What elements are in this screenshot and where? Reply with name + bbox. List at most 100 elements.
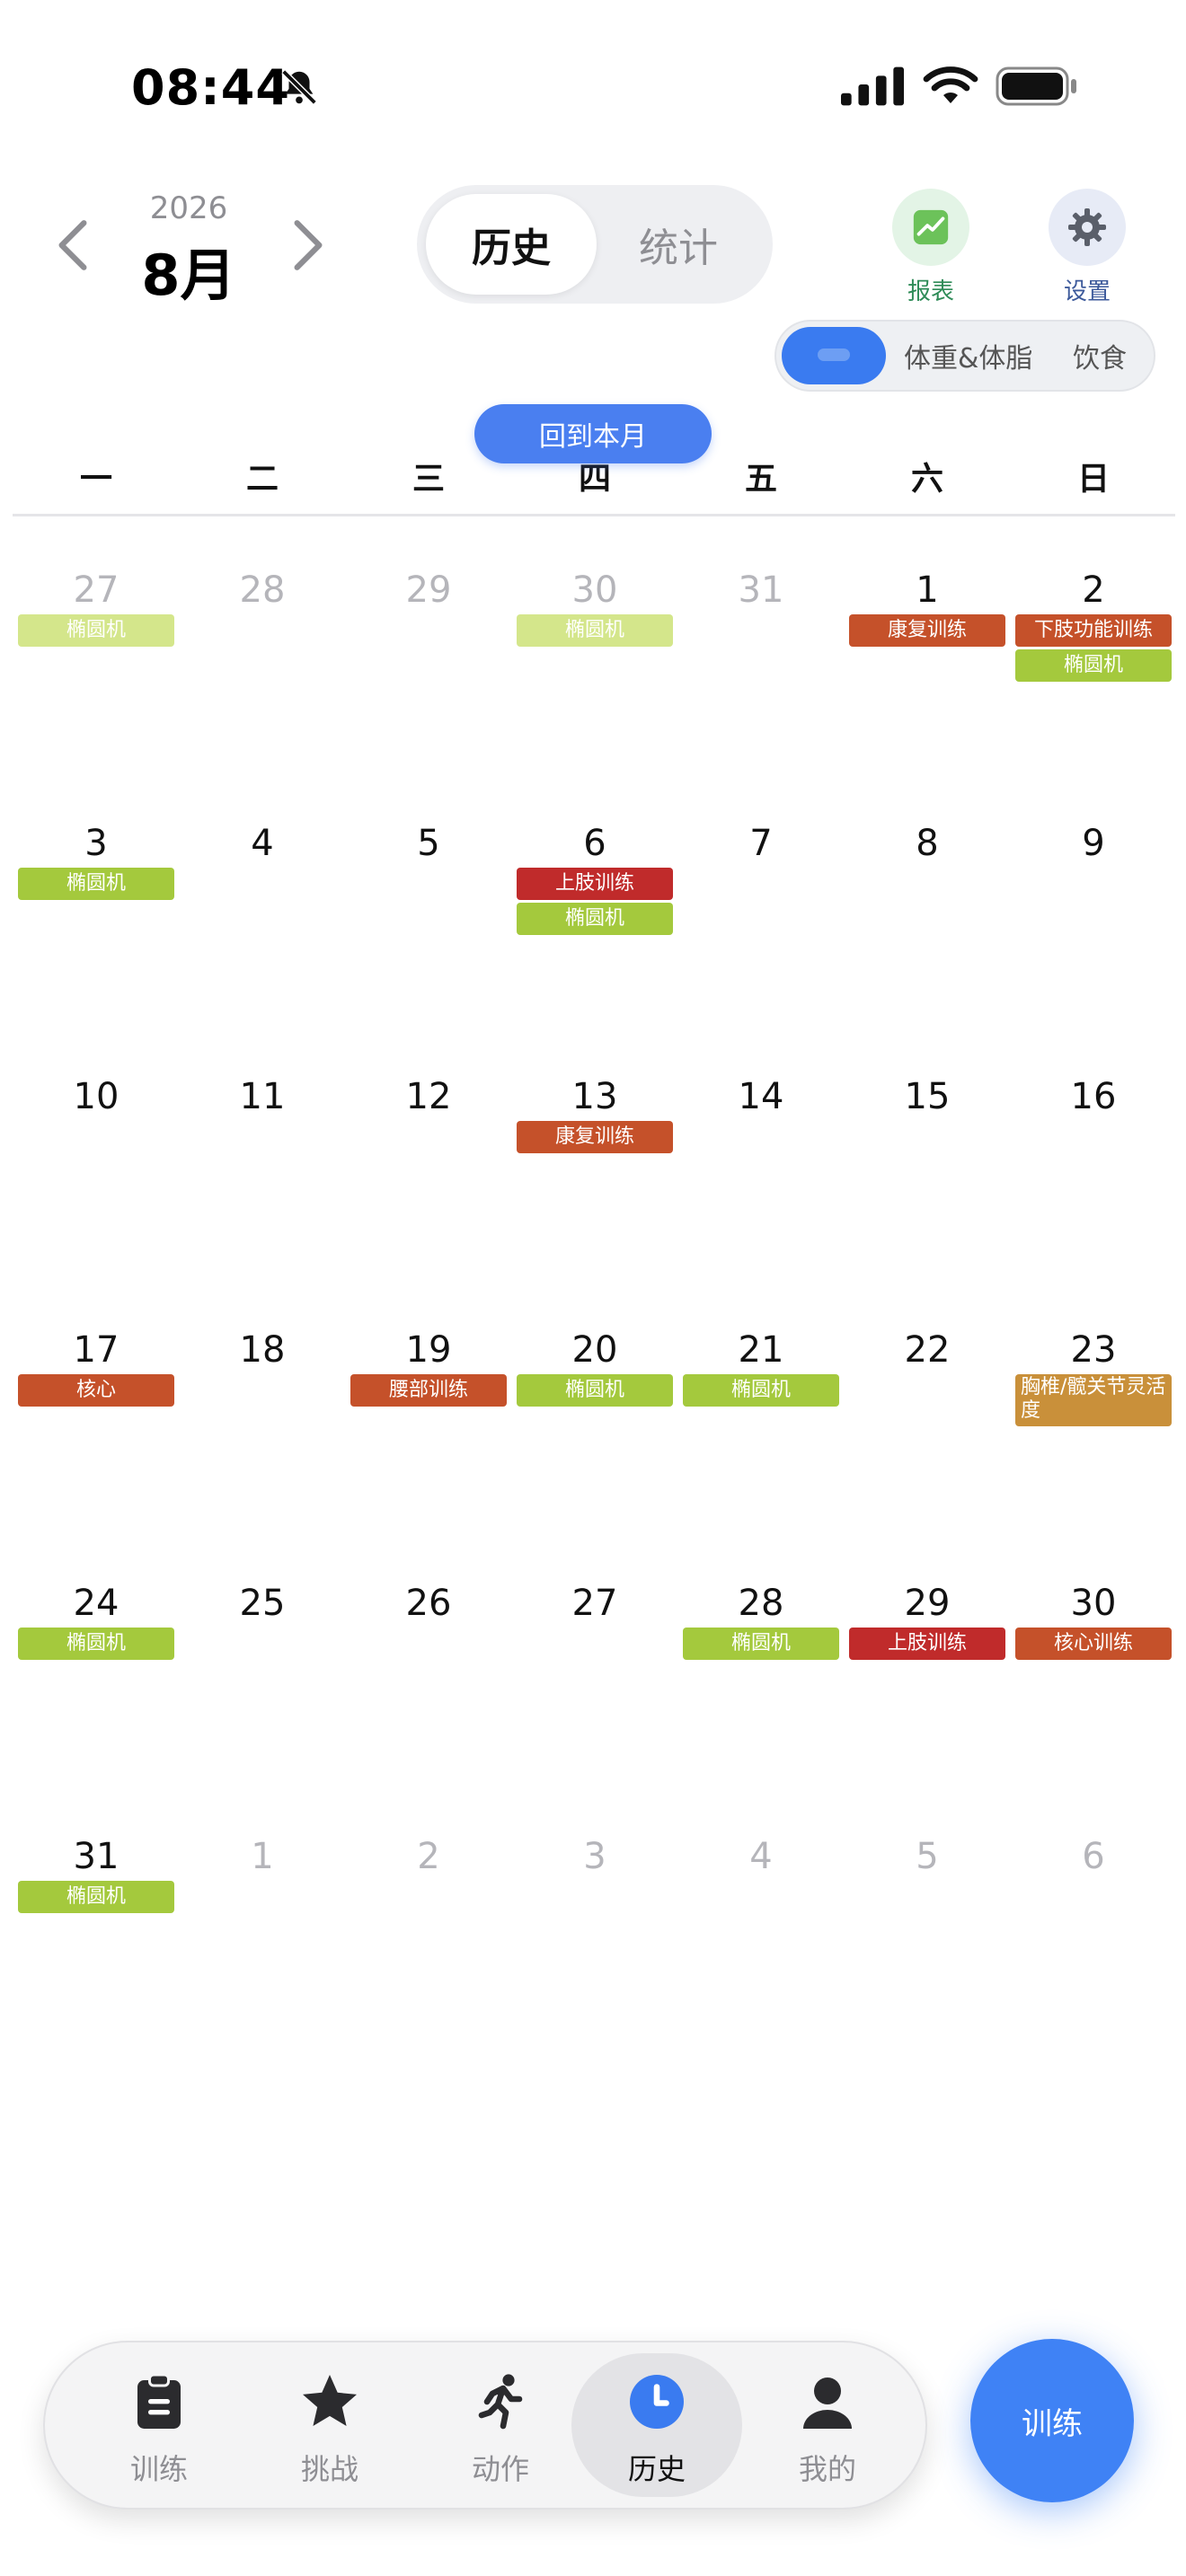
report-button[interactable]: 报表 [888,189,974,306]
calendar-day-cell[interactable]: 8 [844,778,1011,1031]
day-number: 8 [916,823,939,864]
calendar-day-cell[interactable]: 16 [1010,1031,1177,1284]
day-number: 30 [571,569,618,611]
calendar-day-cell[interactable]: 6 上肢训练 椭圆机 [511,778,678,1031]
calendar-day-cell[interactable]: 28 [179,525,346,778]
tab-statistics[interactable]: 统计 [593,194,764,295]
calendar-day-cell[interactable]: 22 [844,1284,1011,1538]
calendar-day-cell[interactable]: 13 康复训练 [511,1031,678,1284]
filter-training[interactable] [782,327,886,384]
day-number: 2 [1082,569,1105,611]
calendar-day-cell[interactable]: 6 [1010,1791,1177,2044]
workout-tag: 核心 [18,1374,174,1407]
filter-diet[interactable]: 饮食 [1073,322,1127,390]
calendar-day-cell[interactable]: 17 核心 [13,1284,180,1538]
calendar-day-cell[interactable]: 23 胸椎/髋关节灵活度 [1010,1284,1177,1538]
day-number: 29 [904,1583,951,1624]
tab-challenge[interactable]: 挑战 [244,2353,415,2497]
view-segmented-control: 历史 统计 [417,185,773,304]
person-icon [803,2378,852,2429]
calendar-day-cell[interactable]: 29 [345,525,512,778]
day-number: 27 [571,1583,618,1624]
bottom-tab-bar: 训练 挑战 动作 历史 我的 [43,2341,927,2510]
wifi-icon [923,66,978,103]
calendar-day-cell[interactable]: 19 腰部训练 [345,1284,512,1538]
calendar-day-cell[interactable]: 14 [677,1031,845,1284]
workout-tag: 腰部训练 [350,1374,507,1407]
tab-exercises-label: 动作 [471,2452,529,2486]
filter-weight-fat[interactable]: 体重&体脂 [904,322,1032,390]
day-number: 27 [73,569,119,611]
workout-tag: 核心训练 [1015,1628,1172,1660]
workout-tag: 椭圆机 [18,614,174,647]
weekday-sat: 六 [910,461,943,498]
day-number: 19 [405,1329,452,1371]
calendar-day-cell[interactable]: 25 [179,1538,346,1791]
calendar-day-cell[interactable]: 2 下肢功能训练 椭圆机 [1010,525,1177,778]
calendar-day-cell[interactable]: 27 [511,1538,678,1791]
tab-history[interactable]: 历史 [426,194,597,295]
tab-training-label: 训练 [129,2452,188,2486]
day-number: 26 [405,1583,452,1624]
day-number: 21 [738,1329,784,1371]
workout-tag: 椭圆机 [18,1881,174,1913]
workout-tag: 椭圆机 [683,1374,839,1407]
start-training-button[interactable]: 训练 [970,2339,1134,2502]
calendar-day-cell[interactable]: 30 核心训练 [1010,1538,1177,1791]
calendar-day-cell[interactable]: 1 [179,1791,346,2044]
calendar-day-cell[interactable]: 28 椭圆机 [677,1538,845,1791]
gear-icon [1068,208,1106,246]
calendar-day-cell[interactable]: 1 康复训练 [844,525,1011,778]
tab-profile[interactable]: 我的 [742,2353,913,2497]
day-number: 22 [904,1329,951,1371]
day-number: 7 [749,823,773,864]
day-number: 11 [239,1076,286,1117]
calendar-day-cell[interactable]: 24 椭圆机 [13,1538,180,1791]
next-month-button[interactable] [286,216,331,275]
workout-tag: 椭圆机 [1015,649,1172,682]
settings-button[interactable]: 设置 [1044,189,1130,306]
calendar-day-cell[interactable]: 29 上肢训练 [844,1538,1011,1791]
calendar-day-cell[interactable]: 21 椭圆机 [677,1284,845,1538]
calendar-day-cell[interactable]: 4 [179,778,346,1031]
prev-month-button[interactable] [50,216,95,275]
calendar-day-cell[interactable]: 15 [844,1031,1011,1284]
calendar-day-cell[interactable]: 18 [179,1284,346,1538]
calendar-day-cell[interactable]: 4 [677,1791,845,2044]
calendar-day-cell[interactable]: 27 椭圆机 [13,525,180,778]
day-number: 23 [1070,1329,1117,1371]
calendar-day-cell[interactable]: 11 [179,1031,346,1284]
workout-tag: 椭圆机 [517,903,673,935]
day-number: 12 [405,1076,452,1117]
calendar-day-cell[interactable]: 31 椭圆机 [13,1791,180,2044]
workout-tag: 椭圆机 [18,868,174,900]
tab-history-label: 历史 [627,2452,686,2486]
workout-tag: 椭圆机 [18,1628,174,1660]
workout-tag: 下肢功能训练 [1015,614,1172,647]
calendar-day-cell[interactable]: 3 椭圆机 [13,778,180,1031]
battery-icon [996,66,1076,106]
day-number: 4 [251,823,274,864]
calendar-day-cell[interactable]: 26 [345,1538,512,1791]
calendar-day-cell[interactable]: 12 [345,1031,512,1284]
day-number: 28 [738,1583,784,1624]
calendar-day-cell[interactable]: 3 [511,1791,678,2044]
back-to-current-month-button[interactable]: 回到本月 [474,404,712,463]
calendar-day-cell[interactable]: 10 [13,1031,180,1284]
day-number: 24 [73,1583,119,1624]
tab-training[interactable]: 训练 [74,2353,244,2497]
weekday-tue: 二 [245,461,279,498]
calendar-day-cell[interactable]: 7 [677,778,845,1031]
calendar-day-cell[interactable]: 5 [844,1791,1011,2044]
day-number: 10 [73,1076,119,1117]
calendar-day-cell[interactable]: 5 [345,778,512,1031]
calendar-day-cell[interactable]: 2 [345,1791,512,2044]
tab-exercises[interactable]: 动作 [415,2353,586,2497]
year-label: 2026 [149,190,228,226]
calendar-day-cell[interactable]: 20 椭圆机 [511,1284,678,1538]
calendar-day-cell[interactable]: 31 [677,525,845,778]
star-icon [303,2375,357,2426]
calendar-day-cell[interactable]: 9 [1010,778,1177,1031]
calendar-day-cell[interactable]: 30 椭圆机 [511,525,678,778]
tab-history-nav[interactable]: 历史 [571,2353,742,2497]
